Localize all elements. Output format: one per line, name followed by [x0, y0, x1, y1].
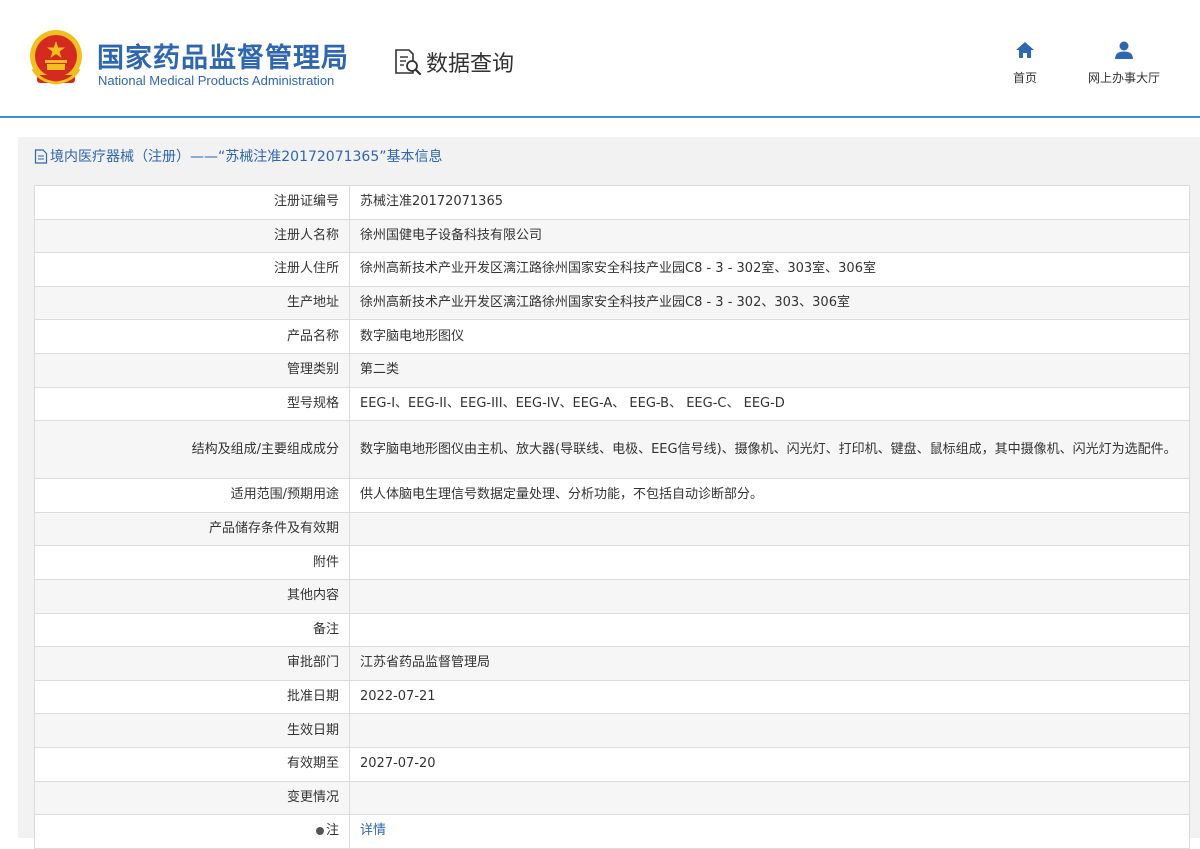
nav-online-hall-label: 网上办事大厅	[1087, 71, 1160, 85]
note-label: 注	[325, 823, 339, 839]
detail-link[interactable]: 详情	[360, 823, 386, 838]
row-key: 产品储存条件及有效期	[34, 511, 350, 547]
row-value: 2022-07-21	[349, 679, 1190, 715]
info-panel: 境内医疗器械（注册）—— “苏械注准20172071365”基本信息 注册证编号…	[18, 137, 1200, 849]
row-value	[349, 713, 1190, 748]
table-row: 注 详情	[34, 814, 1190, 849]
nav-home-label: 首页	[1012, 71, 1037, 85]
row-key: 生效日期	[34, 713, 350, 748]
panel-title-main: “苏械注准20172071365”基本信息	[218, 149, 443, 165]
table-row: 生产地址 徐州高新技术产业开发区漓江路徐州国家安全科技产业园C8 - 3 - 30…	[34, 285, 1190, 321]
table-row: 批准日期 2022-07-21	[34, 679, 1190, 715]
info-table-container: 注册证编号 苏械注准20172071365 注册人名称 徐州国健电子设备科技有限公司…	[34, 185, 1190, 849]
row-value: EEG-I、EEG-II、EEG-III、EEG-IV、EEG-A、 EEG-B…	[349, 386, 1190, 422]
row-key: 审批部门	[34, 646, 350, 681]
table-row: 产品名称 数字脑电地形图仪	[34, 319, 1190, 354]
row-value	[349, 612, 1190, 648]
row-key: 适用范围/预期用途	[34, 478, 350, 513]
document-search-icon	[395, 49, 422, 76]
row-key: 有效期至	[34, 746, 350, 782]
panel-title-prefix: 境内医疗器械（注册）——	[50, 149, 218, 165]
site-header: 国家药品监督管理局 National Medical Products Admi…	[0, 0, 1200, 118]
data-query-label: 数据查询	[426, 52, 515, 77]
row-value: 2027-07-20	[349, 746, 1190, 782]
row-value	[349, 511, 1190, 547]
pin-icon	[315, 826, 324, 835]
data-query-link[interactable]: 数据查询	[392, 47, 514, 77]
document-icon	[34, 148, 48, 164]
home-icon	[1016, 42, 1034, 58]
table-row: 注册证编号 苏械注准20172071365	[34, 185, 1190, 220]
org-name-en: National Medical Products Administration	[98, 73, 335, 88]
row-value: 数字脑电地形图仪	[349, 319, 1190, 354]
table-row: 附件	[34, 545, 1190, 580]
row-key: 注册人名称	[34, 218, 350, 254]
row-key: 批准日期	[34, 679, 350, 715]
table-row: 结构及组成/主要组成成分 数字脑电地形图仪由主机、放大器(导联线、电极、EEG信号…	[34, 420, 1190, 480]
row-value: 徐州高新技术产业开发区漓江路徐州国家安全科技产业园C8 - 3 - 302室、3…	[349, 252, 1190, 287]
nav-home[interactable]: 首页	[1008, 40, 1042, 86]
row-key: 备注	[34, 612, 350, 648]
row-key: 结构及组成/主要组成成分	[34, 420, 350, 480]
row-value: 数字脑电地形图仪由主机、放大器(导联线、电极、EEG信号线)、摄像机、闪光灯、打…	[349, 420, 1190, 480]
row-key: 附件	[34, 545, 350, 580]
nav-online-hall[interactable]: 网上办事大厅	[1080, 40, 1168, 86]
national-emblem-icon	[30, 30, 82, 85]
table-row: 型号规格 EEG-I、EEG-II、EEG-III、EEG-IV、EEG-A、 E…	[34, 386, 1190, 422]
row-value-note: 详情	[349, 814, 1190, 849]
org-name-cn: 国家药品监督管理局	[97, 43, 349, 74]
row-key: 变更情况	[34, 780, 350, 816]
row-value: 供人体脑电生理信号数据定量处理、分析功能，不包括自动诊断部分。	[349, 478, 1190, 513]
table-row: 适用范围/预期用途 供人体脑电生理信号数据定量处理、分析功能，不包括自动诊断部分。	[34, 478, 1190, 513]
row-key: 型号规格	[34, 386, 350, 422]
table-row: 备注	[34, 612, 1190, 648]
table-row: 管理类别 第二类	[34, 352, 1190, 388]
header-divider	[0, 116, 1200, 118]
row-key: 产品名称	[34, 319, 350, 354]
row-key: 其他内容	[34, 578, 350, 614]
table-row: 其他内容	[34, 578, 1190, 614]
row-key: 生产地址	[34, 285, 350, 321]
table-row: 生效日期	[34, 713, 1190, 748]
row-value: 徐州国健电子设备科技有限公司	[349, 218, 1190, 254]
row-key-note: 注	[34, 814, 350, 849]
row-key: 注册证编号	[34, 185, 350, 220]
table-row: 审批部门 江苏省药品监督管理局	[34, 646, 1190, 681]
table-row: 注册人住所 徐州高新技术产业开发区漓江路徐州国家安全科技产业园C8 - 3 - 3…	[34, 252, 1190, 287]
table-row: 变更情况	[34, 780, 1190, 816]
row-value: 苏械注准20172071365	[349, 185, 1190, 220]
row-value: 江苏省药品监督管理局	[349, 646, 1190, 681]
row-key: 注册人住所	[34, 252, 350, 287]
row-value	[349, 780, 1190, 816]
row-value	[349, 545, 1190, 580]
table-row: 注册人名称 徐州国健电子设备科技有限公司	[34, 218, 1190, 254]
row-value	[349, 578, 1190, 614]
info-table: 注册证编号 苏械注准20172071365 注册人名称 徐州国健电子设备科技有限公司…	[34, 185, 1190, 849]
table-row: 产品储存条件及有效期	[34, 511, 1190, 547]
row-value: 徐州高新技术产业开发区漓江路徐州国家安全科技产业园C8 - 3 - 302、30…	[349, 285, 1190, 321]
panel-title: 境内医疗器械（注册）—— “苏械注准20172071365”基本信息	[34, 146, 443, 166]
table-row: 有效期至 2027-07-20	[34, 746, 1190, 782]
user-icon	[1115, 41, 1133, 59]
row-value: 第二类	[349, 352, 1190, 388]
row-key: 管理类别	[34, 352, 350, 388]
